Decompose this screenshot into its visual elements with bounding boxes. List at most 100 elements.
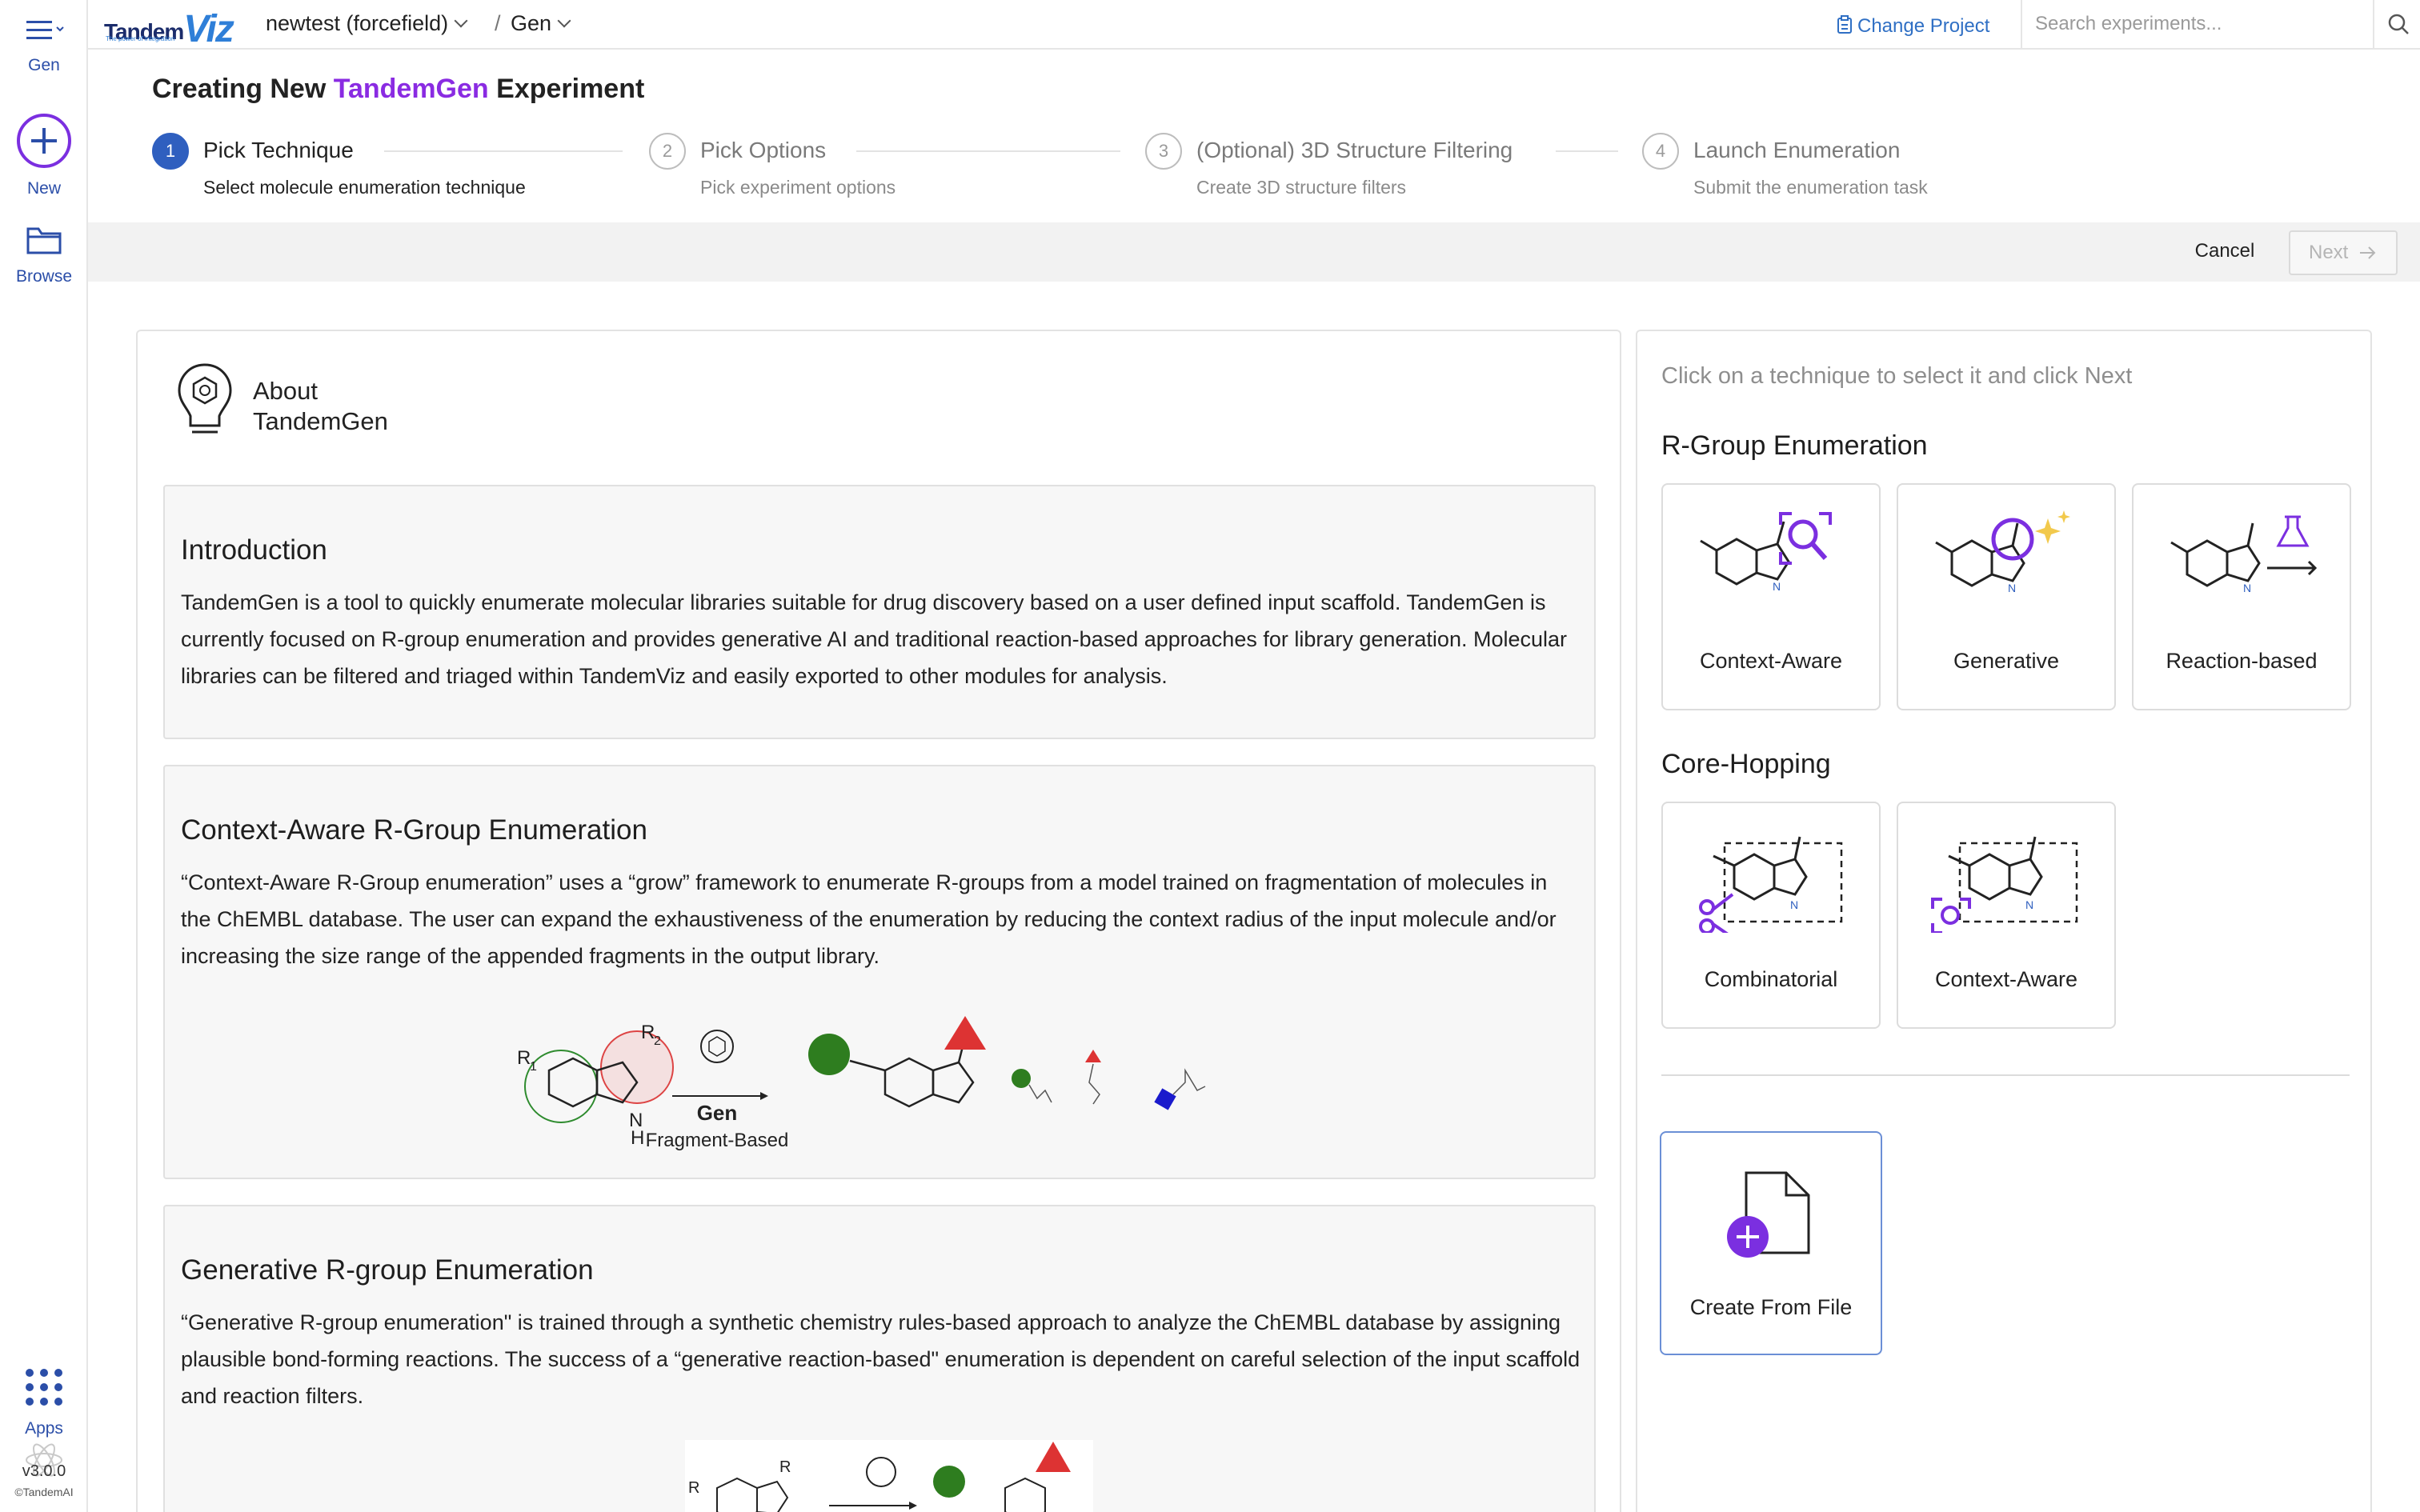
apps-button[interactable]: Apps [0, 1365, 88, 1438]
change-project-label: Change Project [1857, 15, 1990, 37]
section-body: “Generative R-group enumeration" is trai… [181, 1310, 1581, 1408]
step-number: 4 [1642, 133, 1679, 170]
section-title: Generative R-group Enumeration [181, 1254, 594, 1286]
card-label: Reaction-based [2166, 649, 2318, 673]
step-connector [856, 150, 1120, 152]
core-context-aware-icon: N [1931, 836, 2078, 933]
browse-label: Browse [15, 267, 73, 286]
step-number: 3 [1145, 133, 1182, 170]
title-prefix: Creating New [152, 74, 334, 104]
search-button[interactable] [2373, 0, 2420, 50]
create-from-file-label: Create From File [1689, 1295, 1853, 1319]
create-from-file-button[interactable]: Create From File [1660, 1131, 1882, 1355]
module-breadcrumb[interactable]: Gen [511, 11, 571, 36]
divider [1661, 1074, 2350, 1076]
combinatorial-icon: N [1699, 836, 1843, 933]
next-button[interactable]: Next [2289, 230, 2398, 275]
project-breadcrumb[interactable]: newtest (forcefield) [266, 11, 468, 36]
search-input[interactable] [2022, 0, 2374, 48]
card-label: Combinatorial [1704, 967, 1838, 991]
new-button[interactable]: New [0, 112, 88, 198]
folder-icon [26, 227, 62, 254]
step-title: Launch Enumeration [1693, 138, 1901, 162]
search-icon [2388, 14, 2409, 34]
generative-figure: R R [685, 1440, 1093, 1512]
add-file-icon [1727, 1171, 1810, 1258]
reaction-based-icon: N [2170, 515, 2318, 594]
step-title: Pick Technique [203, 138, 354, 162]
r2-label: R [779, 1458, 791, 1476]
module-name: Gen [511, 11, 552, 35]
r1-label: R [688, 1479, 699, 1497]
rgroup-title: R-Group Enumeration [1661, 430, 1928, 461]
step-description: Submit the enumeration task [1693, 177, 1928, 198]
arrow-right-icon [2360, 246, 2376, 259]
section-body: TandemGen is a tool to quickly enumerate… [181, 590, 1568, 688]
r1-label: R [517, 1047, 531, 1069]
project-name: newtest (forcefield) [266, 11, 449, 35]
browse-button[interactable]: Browse [0, 222, 88, 286]
step-connector [1556, 150, 1618, 152]
apps-label: Apps [25, 1419, 63, 1438]
copyright-text: ©TandemAI [14, 1486, 74, 1498]
top-bar: TandemViz The power of integration newte… [88, 0, 2420, 50]
svg-text:N: N [2025, 898, 2033, 911]
technique-card-reaction-based[interactable]: N Reaction-based [2132, 483, 2351, 710]
r1-sub: 1 [530, 1060, 537, 1074]
chevron-down-icon [454, 14, 468, 28]
technique-card-context-aware[interactable]: N Context-Aware [1661, 483, 1881, 710]
search-box [2021, 0, 2420, 50]
intro-section: Introduction TandemGen is a tool to quic… [163, 485, 1596, 739]
technique-hint: Click on a technique to select it and cl… [1661, 363, 2133, 389]
new-label: New [26, 179, 61, 198]
card-label: Generative [1953, 649, 2060, 673]
card-label: Context-Aware [1934, 967, 2078, 991]
step-description: Pick experiment options [700, 177, 896, 198]
chevron-down-icon [557, 14, 571, 28]
lightbulb-icon [178, 363, 232, 434]
action-bar: Cancel Next [88, 222, 2420, 282]
figure-caption: Fragment-Based [646, 1130, 789, 1151]
technique-card-combinatorial[interactable]: N Combinatorial [1661, 802, 1881, 1029]
technique-card-generative[interactable]: N Generative [1897, 483, 2116, 710]
svg-text:N: N [2243, 582, 2251, 594]
step-description: Select molecule enumeration technique [203, 177, 526, 198]
svg-text:N: N [2008, 582, 2016, 594]
module-menu-label: Gen [28, 56, 60, 74]
about-panel: About TandemGen Introduction TandemGen is… [136, 330, 1621, 1512]
page-title: Creating New TandemGen Experiment [152, 74, 644, 105]
change-project-button[interactable]: Change Project [1837, 13, 1989, 38]
plus-circle-icon [17, 114, 71, 168]
context-aware-figure: R 1 R 2 N H Gen Fragment-Based [517, 1016, 1206, 1151]
section-title: Context-Aware R-Group Enumeration [181, 814, 647, 846]
card-label: Context-Aware [1699, 649, 1843, 673]
generative-section: Generative R-group Enumeration “Generati… [163, 1205, 1596, 1512]
next-label: Next [2308, 242, 2349, 263]
left-rail: Gen New Browse Apps v3.0.0 ©TandemAI [0, 0, 88, 1512]
svg-text:N: N [1773, 580, 1781, 593]
step-number: 2 [649, 133, 686, 170]
technique-card-core-context-aware[interactable]: N Context-Aware [1897, 802, 2116, 1029]
step-title: (Optional) 3D Structure Filtering [1196, 138, 1513, 162]
about-line1: About [253, 377, 319, 405]
gen-label: Gen [697, 1101, 738, 1125]
h-label: H [631, 1127, 644, 1149]
core-hopping-title: Core-Hopping [1661, 749, 1831, 779]
breadcrumb-separator: / [495, 11, 501, 35]
tandemviz-logo[interactable]: TandemViz The power of integration [104, 5, 234, 50]
context-aware-section: Context-Aware R-Group Enumeration “Conte… [163, 765, 1596, 1179]
technique-panel: Click on a technique to select it and cl… [1636, 330, 2372, 1512]
generative-icon: N [1935, 510, 2070, 594]
clipboard-icon [1837, 15, 1852, 34]
logo-part2: Viz [183, 8, 234, 50]
cancel-button[interactable]: Cancel [2177, 230, 2273, 272]
version-text: v3.0.0 [22, 1462, 66, 1480]
step-description: Create 3D structure filters [1196, 177, 1407, 198]
section-title: Introduction [181, 534, 327, 566]
about-line2: TandemGen [253, 407, 388, 435]
r2-label: R [641, 1022, 655, 1043]
hamburger-icon [26, 21, 64, 39]
section-body: “Context-Aware R-Group enumeration” uses… [181, 870, 1557, 968]
module-menu[interactable]: Gen [0, 14, 88, 75]
title-accent: TandemGen [333, 74, 489, 104]
